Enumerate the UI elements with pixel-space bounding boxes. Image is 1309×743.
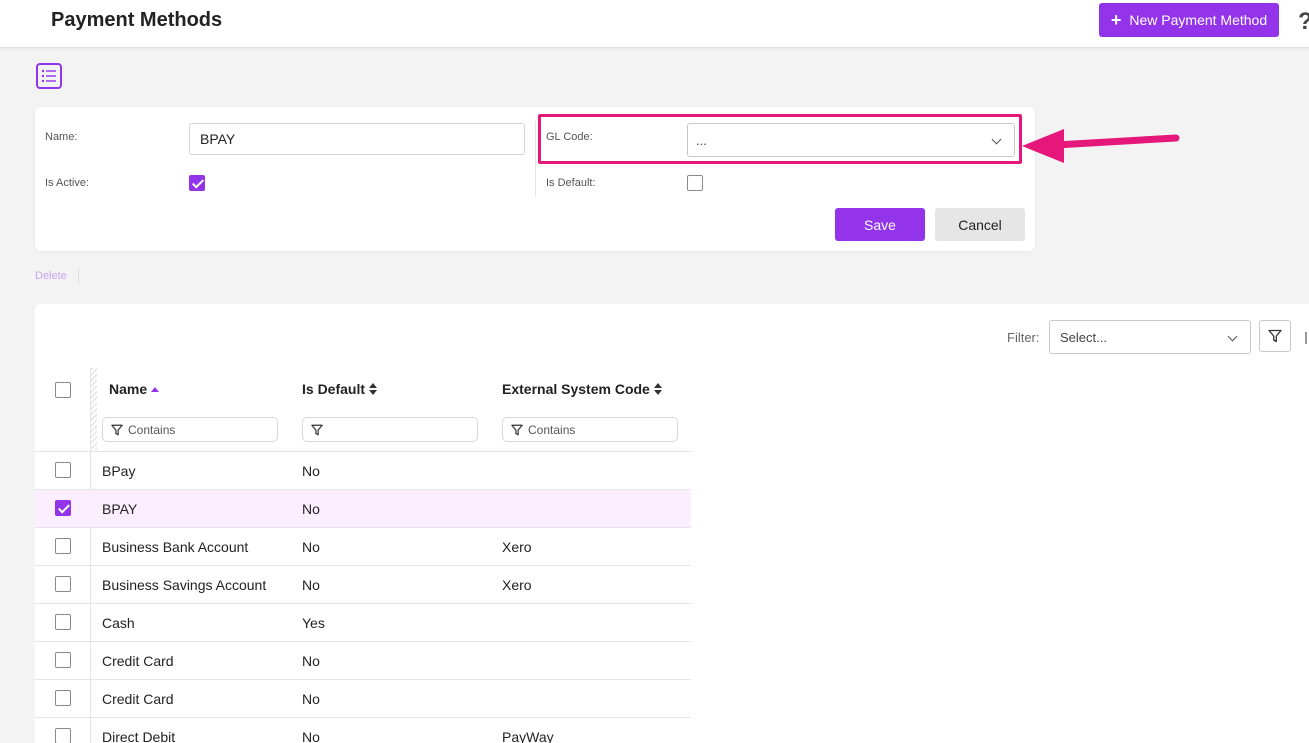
sort-asc-icon: [151, 386, 160, 392]
delete-button[interactable]: Delete: [35, 270, 67, 282]
row-checkbox[interactable]: [55, 576, 71, 592]
chevron-down-icon: [991, 134, 1002, 145]
table-row[interactable]: BPay No: [35, 451, 691, 489]
is-default-checkbox[interactable]: [687, 175, 703, 191]
external-code-filter-placeholder: Contains: [528, 422, 576, 437]
table-row[interactable]: Credit Card No: [35, 641, 691, 679]
row-checkbox[interactable]: [55, 538, 71, 554]
page-title: Payment Methods: [51, 9, 223, 31]
is-default-label: Is Default:: [546, 177, 596, 189]
cell-is-default: No: [302, 501, 320, 517]
column-header-external-system-code[interactable]: External System Code: [502, 381, 662, 397]
column-header-name[interactable]: Name: [109, 381, 160, 397]
column-header-is-default-label: Is Default: [302, 381, 366, 397]
cell-name: Cash: [102, 615, 135, 631]
cell-is-default: No: [302, 539, 320, 555]
row-checkbox[interactable]: [55, 500, 71, 516]
form-divider: [535, 121, 536, 197]
filter-select-placeholder: Select...: [1060, 330, 1107, 345]
row-checkbox[interactable]: [55, 462, 71, 478]
cell-external-code: Xero: [502, 577, 532, 593]
annotation-arrow-icon: [1022, 129, 1180, 163]
gl-code-select[interactable]: ...: [687, 123, 1015, 157]
external-code-column-filter[interactable]: Contains: [502, 417, 678, 442]
header-stripe: [91, 368, 97, 450]
top-bar: Payment Methods + New Payment Method ?: [0, 0, 1309, 48]
plus-icon: +: [1110, 10, 1122, 30]
save-button[interactable]: Save: [835, 208, 925, 241]
new-payment-method-button[interactable]: + New Payment Method: [1099, 3, 1279, 37]
name-filter-placeholder: Contains: [128, 422, 176, 437]
toolbar-edge: [1305, 332, 1307, 344]
row-checkbox[interactable]: [55, 614, 71, 630]
filter-icon: [111, 424, 123, 435]
cancel-button[interactable]: Cancel: [935, 208, 1025, 241]
filter-icon: [511, 424, 523, 435]
list-view-icon: [41, 69, 56, 83]
column-header-is-default[interactable]: Is Default: [302, 381, 378, 397]
list-view-button[interactable]: [36, 63, 62, 89]
name-input[interactable]: BPAY: [189, 123, 525, 155]
cell-name: Credit Card: [102, 691, 174, 707]
cell-name: BPAY: [102, 501, 138, 517]
column-header-name-label: Name: [109, 381, 148, 397]
name-label: Name:: [45, 131, 78, 143]
cell-name: Direct Debit: [102, 729, 176, 743]
table-row[interactable]: Credit Card No: [35, 679, 691, 717]
sort-icon: [653, 383, 662, 395]
table-row[interactable]: Cash Yes: [35, 603, 691, 641]
filter-icon: [311, 424, 323, 435]
select-all-checkbox[interactable]: [55, 382, 71, 398]
table-row[interactable]: BPAY No: [35, 489, 691, 527]
column-header-external-label: External System Code: [502, 381, 650, 397]
is-default-column-filter[interactable]: [302, 417, 478, 442]
help-icon[interactable]: ?: [1298, 8, 1309, 36]
cell-is-default: No: [302, 463, 320, 479]
row-checkbox[interactable]: [55, 652, 71, 668]
cell-is-default: No: [302, 691, 320, 707]
action-separator: [78, 268, 79, 284]
filter-icon: [1268, 329, 1282, 343]
is-active-checkbox[interactable]: [189, 175, 205, 191]
cell-is-default: No: [302, 577, 320, 593]
row-checkbox[interactable]: [55, 690, 71, 706]
chevron-down-icon: [1227, 331, 1238, 342]
cell-name: Credit Card: [102, 653, 174, 669]
grid-card: Filter: Select... Name Is Default Extern…: [35, 304, 1309, 743]
cell-name: Business Bank Account: [102, 539, 249, 555]
is-active-label: Is Active:: [45, 177, 90, 189]
filter-select[interactable]: Select...: [1049, 320, 1251, 354]
cell-is-default: No: [302, 653, 320, 669]
cell-is-default: Yes: [302, 615, 325, 631]
row-checkbox[interactable]: [55, 728, 71, 743]
cell-is-default: No: [302, 729, 320, 743]
cell-name: Business Savings Account: [102, 577, 267, 593]
new-payment-method-label: New Payment Method: [1129, 12, 1268, 28]
cell-external-code: PayWay: [502, 729, 554, 743]
table-row[interactable]: Business Bank Account No Xero: [35, 527, 691, 565]
cell-name: BPay: [102, 463, 136, 479]
table-row[interactable]: Business Savings Account No Xero: [35, 565, 691, 603]
name-column-filter[interactable]: Contains: [102, 417, 278, 442]
cell-external-code: Xero: [502, 539, 532, 555]
filter-button[interactable]: [1259, 320, 1291, 352]
sort-icon: [369, 383, 378, 395]
gl-code-value: ...: [696, 133, 707, 148]
filter-label: Filter:: [1007, 330, 1040, 345]
table-row[interactable]: Direct Debit No PayWay: [35, 717, 691, 743]
